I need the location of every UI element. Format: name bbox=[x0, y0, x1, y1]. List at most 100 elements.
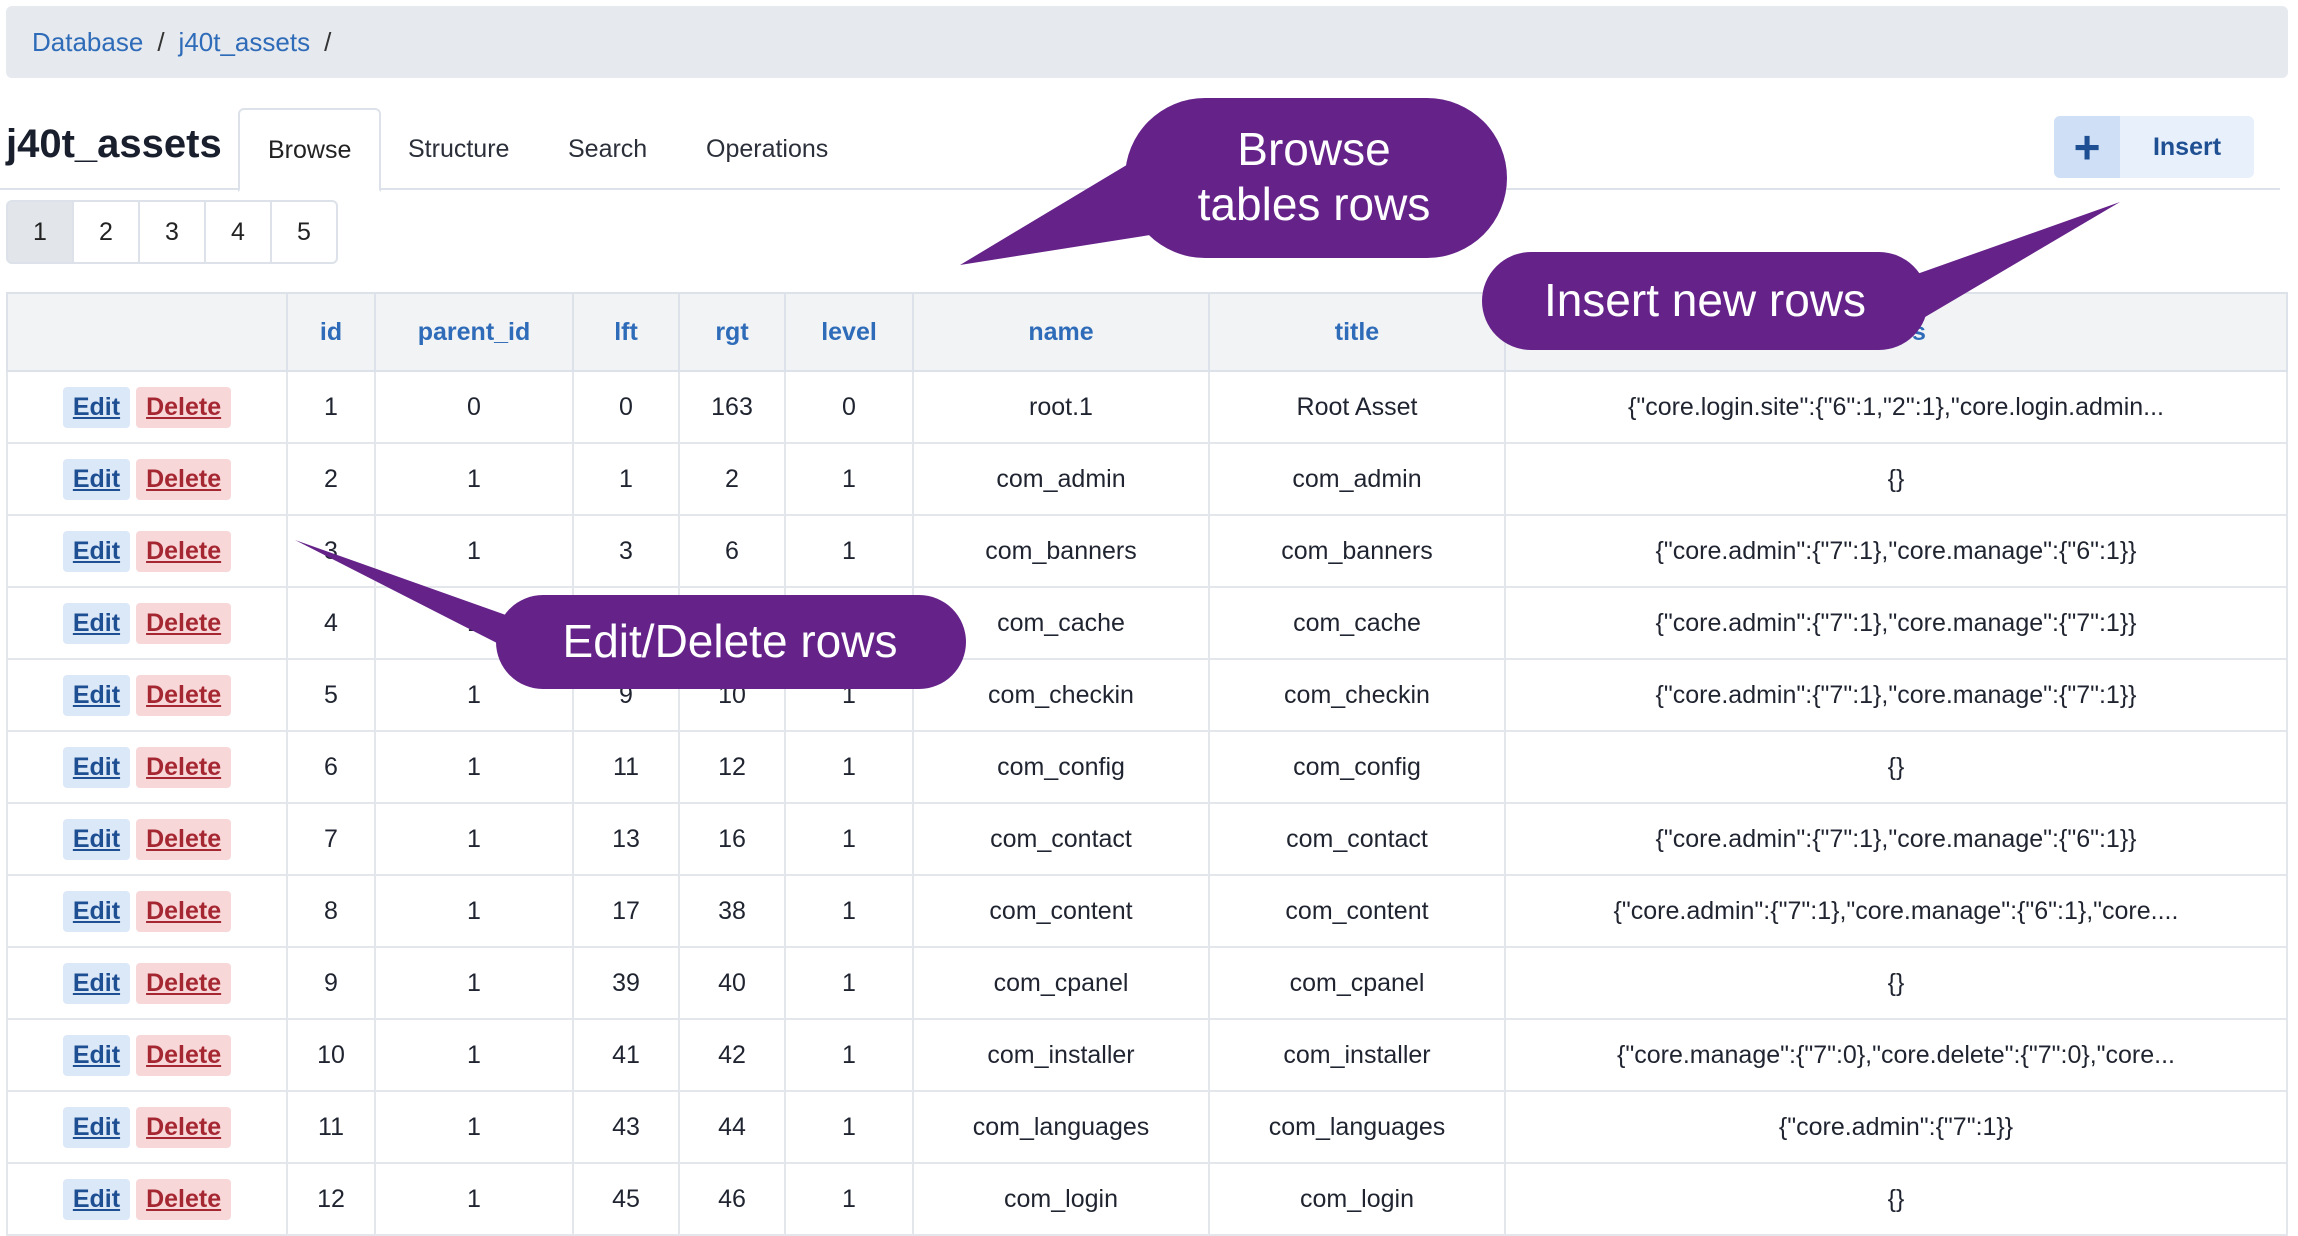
cell-level: 0 bbox=[784, 370, 914, 444]
tab-structure[interactable]: Structure bbox=[380, 108, 537, 190]
edit-button[interactable]: Edit bbox=[62, 602, 131, 644]
column-header-level[interactable]: level bbox=[784, 292, 914, 372]
edit-button[interactable]: Edit bbox=[62, 1106, 131, 1148]
breadcrumb-link-database[interactable]: Database bbox=[32, 27, 143, 58]
breadcrumb: Database / j40t_assets / bbox=[6, 6, 2288, 78]
page-button-4[interactable]: 4 bbox=[204, 200, 272, 264]
delete-button[interactable]: Delete bbox=[136, 674, 232, 716]
edit-button[interactable]: Edit bbox=[62, 1178, 131, 1220]
column-header-title[interactable]: title bbox=[1208, 292, 1506, 372]
edit-button[interactable]: Edit bbox=[62, 746, 131, 788]
delete-button[interactable]: Delete bbox=[136, 530, 232, 572]
page-button-2[interactable]: 2 bbox=[72, 200, 140, 264]
column-header-name[interactable]: name bbox=[912, 292, 1210, 372]
delete-button[interactable]: Delete bbox=[136, 890, 232, 932]
cell-level: 1 bbox=[784, 442, 914, 516]
row-actions: Edit Delete bbox=[6, 802, 288, 876]
delete-button[interactable]: Delete bbox=[136, 818, 232, 860]
cell-id: 4 bbox=[286, 586, 376, 660]
tab-label: Browse bbox=[268, 135, 352, 164]
column-header-rules[interactable]: rules bbox=[1504, 292, 2288, 372]
tab-browse[interactable]: Browse bbox=[238, 108, 382, 192]
delete-button[interactable]: Delete bbox=[136, 1178, 232, 1220]
cell-name: com_checkin bbox=[912, 658, 1210, 732]
table-row: Edit Delete 11 1 43 44 1 com_languages com_langu… bbox=[6, 1090, 2288, 1164]
delete-button[interactable]: Delete bbox=[136, 1034, 232, 1076]
cell-lft: 39 bbox=[572, 946, 680, 1020]
cell-parent-id: 1 bbox=[374, 802, 574, 876]
cell-rules: {"core.admin":{"7":1},"core.manage":{"6"… bbox=[1504, 874, 2288, 948]
cell-id: 7 bbox=[286, 802, 376, 876]
cell-rules: {} bbox=[1504, 442, 2288, 516]
row-actions: Edit Delete bbox=[6, 370, 288, 444]
cell-lft: 17 bbox=[572, 874, 680, 948]
delete-button[interactable]: Delete bbox=[136, 386, 232, 428]
edit-button[interactable]: Edit bbox=[62, 530, 131, 572]
cell-level: 1 bbox=[784, 874, 914, 948]
cell-rules: {} bbox=[1504, 946, 2288, 1020]
delete-button[interactable]: Delete bbox=[136, 746, 232, 788]
edit-button[interactable]: Edit bbox=[62, 674, 131, 716]
row-actions: Edit Delete bbox=[6, 1162, 288, 1236]
cell-title: com_banners bbox=[1208, 514, 1506, 588]
tab-search[interactable]: Search bbox=[540, 108, 675, 190]
page-title: j40t_assets bbox=[6, 122, 222, 166]
cell-title: com_content bbox=[1208, 874, 1506, 948]
table-row: Edit Delete 6 1 11 12 1 com_config com_config{} bbox=[6, 730, 2288, 804]
breadcrumb-link-table[interactable]: j40t_assets bbox=[179, 27, 311, 58]
cell-name: com_languages bbox=[912, 1090, 1210, 1164]
cell-id: 6 bbox=[286, 730, 376, 804]
cell-parent-id: 1 bbox=[374, 1090, 574, 1164]
cell-title: com_login bbox=[1208, 1162, 1506, 1236]
cell-rgt: 42 bbox=[678, 1018, 786, 1092]
delete-button[interactable]: Delete bbox=[136, 458, 232, 500]
column-header-lft[interactable]: lft bbox=[572, 292, 680, 372]
edit-button[interactable]: Edit bbox=[62, 1034, 131, 1076]
cell-rgt: 44 bbox=[678, 1090, 786, 1164]
cell-rules: {"core.admin":{"7":1},"core.manage":{"6"… bbox=[1504, 802, 2288, 876]
cell-rules: {"core.login.site":{"6":1,"2":1},"core.l… bbox=[1504, 370, 2288, 444]
column-header-rgt[interactable]: rgt bbox=[678, 292, 786, 372]
cell-parent-id: 1 bbox=[374, 514, 574, 588]
breadcrumb-separator: / bbox=[324, 26, 332, 57]
data-table: id parent_id lft rgt level name title rules Edi… bbox=[6, 292, 2288, 1236]
cell-level: 1 bbox=[784, 730, 914, 804]
edit-button[interactable]: Edit bbox=[62, 386, 131, 428]
edit-button[interactable]: Edit bbox=[62, 818, 131, 860]
tab-operations[interactable]: Operations bbox=[678, 108, 856, 190]
cell-lft: 13 bbox=[572, 802, 680, 876]
page-button-5[interactable]: 5 bbox=[270, 200, 338, 264]
cell-lft: 3 bbox=[572, 514, 680, 588]
cell-lft: 11 bbox=[572, 730, 680, 804]
cell-level: 1 bbox=[784, 514, 914, 588]
cell-rgt: 10 bbox=[678, 658, 786, 732]
page-button-1[interactable]: 1 bbox=[6, 200, 74, 264]
cell-rules: {"core.manage":{"7":0},"core.delete":{"7… bbox=[1504, 1018, 2288, 1092]
delete-button[interactable]: Delete bbox=[136, 602, 232, 644]
insert-button[interactable]: + Insert bbox=[2054, 116, 2254, 178]
cell-parent-id: 1 bbox=[374, 1018, 574, 1092]
cell-id: 9 bbox=[286, 946, 376, 1020]
edit-button[interactable]: Edit bbox=[62, 890, 131, 932]
delete-button[interactable]: Delete bbox=[136, 1106, 232, 1148]
edit-button[interactable]: Edit bbox=[62, 458, 131, 500]
row-actions: Edit Delete bbox=[6, 658, 288, 732]
page-button-3[interactable]: 3 bbox=[138, 200, 206, 264]
cell-lft: 43 bbox=[572, 1090, 680, 1164]
cell-level: 1 bbox=[784, 1090, 914, 1164]
edit-button[interactable]: Edit bbox=[62, 962, 131, 1004]
delete-button[interactable]: Delete bbox=[136, 962, 232, 1004]
cell-parent-id: 1 bbox=[374, 586, 574, 660]
cell-level: 1 bbox=[784, 946, 914, 1020]
cell-rules: {"core.admin":{"7":1},"core.manage":{"6"… bbox=[1504, 514, 2288, 588]
table-row: Edit Delete 7 1 13 16 1 com_contact com_contact{… bbox=[6, 802, 2288, 876]
cell-rules: {"core.admin":{"7":1},"core.manage":{"7"… bbox=[1504, 586, 2288, 660]
cell-name: com_config bbox=[912, 730, 1210, 804]
row-actions: Edit Delete bbox=[6, 874, 288, 948]
cell-rgt: 38 bbox=[678, 874, 786, 948]
cell-lft: 1 bbox=[572, 442, 680, 516]
column-header-id[interactable]: id bbox=[286, 292, 376, 372]
cell-parent-id: 1 bbox=[374, 442, 574, 516]
table-row: Edit Delete 12 1 45 46 1 com_login com_login{} bbox=[6, 1162, 2288, 1236]
column-header-parent-id[interactable]: parent_id bbox=[374, 292, 574, 372]
